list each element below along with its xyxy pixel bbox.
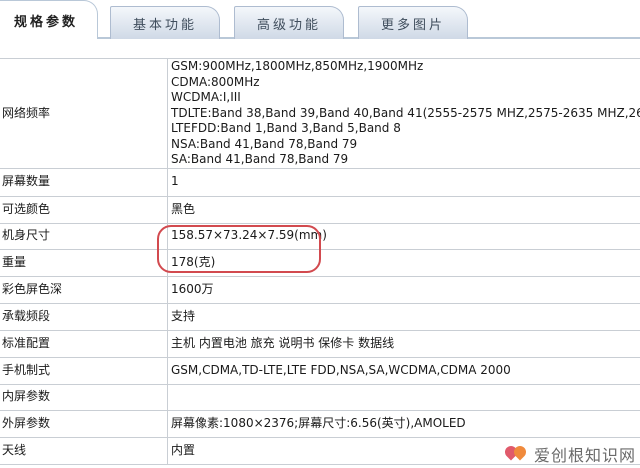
spec-value: 178(克)	[167, 249, 640, 277]
spec-table: 网络频率 GSM:900MHz,1800MHz,850MHz,1900MHz C…	[0, 58, 640, 465]
spec-row-package: 标准配置 主机 内置电池 旅充 说明书 保修卡 数据线	[0, 330, 640, 358]
spec-value-line: WCDMA:I,III	[171, 90, 241, 104]
tab-basic-features[interactable]: 基本功能	[110, 6, 220, 39]
watermark-logo-icon	[504, 444, 530, 464]
spec-value-line: GSM:900MHz,1800MHz,850MHz,1900MHz	[171, 59, 424, 73]
spec-label: 天线	[0, 437, 168, 465]
watermark: 爱创根知识网	[504, 442, 636, 466]
spec-row-inner-screen: 内屏参数	[0, 384, 640, 411]
spec-value-line: LTEFDD:Band 1,Band 3,Band 5,Band 8	[171, 121, 401, 135]
spec-value: 黑色	[167, 196, 640, 224]
spec-label: 彩色屏色深	[0, 276, 168, 304]
spec-value: 158.57×73.24×7.59(mm)	[167, 223, 640, 250]
spec-row-color-depth: 彩色屏色深 1600万	[0, 276, 640, 304]
spec-value-line: TDLTE:Band 38,Band 39,Band 40,Band 41(25…	[171, 105, 640, 120]
spec-row-weight: 重量 178(克)	[0, 249, 640, 277]
watermark-text: 爱创根知识网	[533, 446, 636, 465]
spec-row-network: 网络频率 GSM:900MHz,1800MHz,850MHz,1900MHz C…	[0, 58, 640, 169]
spec-label: 手机制式	[0, 357, 168, 385]
spec-label: 网络频率	[0, 58, 168, 169]
spec-value-line: NSA:Band 41,Band 78,Band 79	[171, 136, 358, 151]
tab-bar: 规格参数 基本功能 高级功能 更多图片	[0, 0, 640, 39]
spec-row-dimensions: 机身尺寸 158.57×73.24×7.59(mm)	[0, 223, 640, 250]
spec-value: GSM:900MHz,1800MHz,850MHz,1900MHz CDMA:8…	[167, 58, 640, 169]
spec-label: 标准配置	[0, 330, 168, 358]
spec-value: 主机 内置电池 旅充 说明书 保修卡 数据线	[167, 330, 640, 358]
spec-value: 屏幕像素:1080×2376;屏幕尺寸:6.56(英寸),AMOLED	[167, 410, 640, 438]
spec-value	[167, 384, 640, 411]
spec-label: 外屏参数	[0, 410, 168, 438]
spec-value-line: SA:Band 41,Band 78,Band 79	[171, 152, 349, 166]
spec-value: 1600万	[167, 276, 640, 304]
spec-label: 重量	[0, 249, 168, 277]
spec-value: GSM,CDMA,TD-LTE,LTE FDD,NSA,SA,WCDMA,CDM…	[167, 357, 640, 385]
spec-value-line: CDMA:800MHz	[171, 74, 260, 89]
spec-row-bands: 承载频段 支持	[0, 303, 640, 331]
spec-row-outer-screen: 外屏参数 屏幕像素:1080×2376;屏幕尺寸:6.56(英寸),AMOLED	[0, 410, 640, 438]
spec-label: 可选颜色	[0, 196, 168, 224]
spec-row-color: 可选颜色 黑色	[0, 196, 640, 224]
spec-row-network-standard: 手机制式 GSM,CDMA,TD-LTE,LTE FDD,NSA,SA,WCDM…	[0, 357, 640, 385]
spec-label: 机身尺寸	[0, 223, 168, 250]
spec-label: 内屏参数	[0, 384, 168, 411]
spec-label: 承载频段	[0, 303, 168, 331]
tab-specs[interactable]: 规格参数	[0, 0, 98, 39]
spec-label: 屏幕数量	[0, 168, 168, 197]
tab-more-photos[interactable]: 更多图片	[358, 6, 468, 39]
spec-value: 1	[167, 168, 640, 197]
tab-advanced-features[interactable]: 高级功能	[234, 6, 344, 39]
spec-row-screen-count: 屏幕数量 1	[0, 168, 640, 197]
spec-value: 支持	[167, 303, 640, 331]
